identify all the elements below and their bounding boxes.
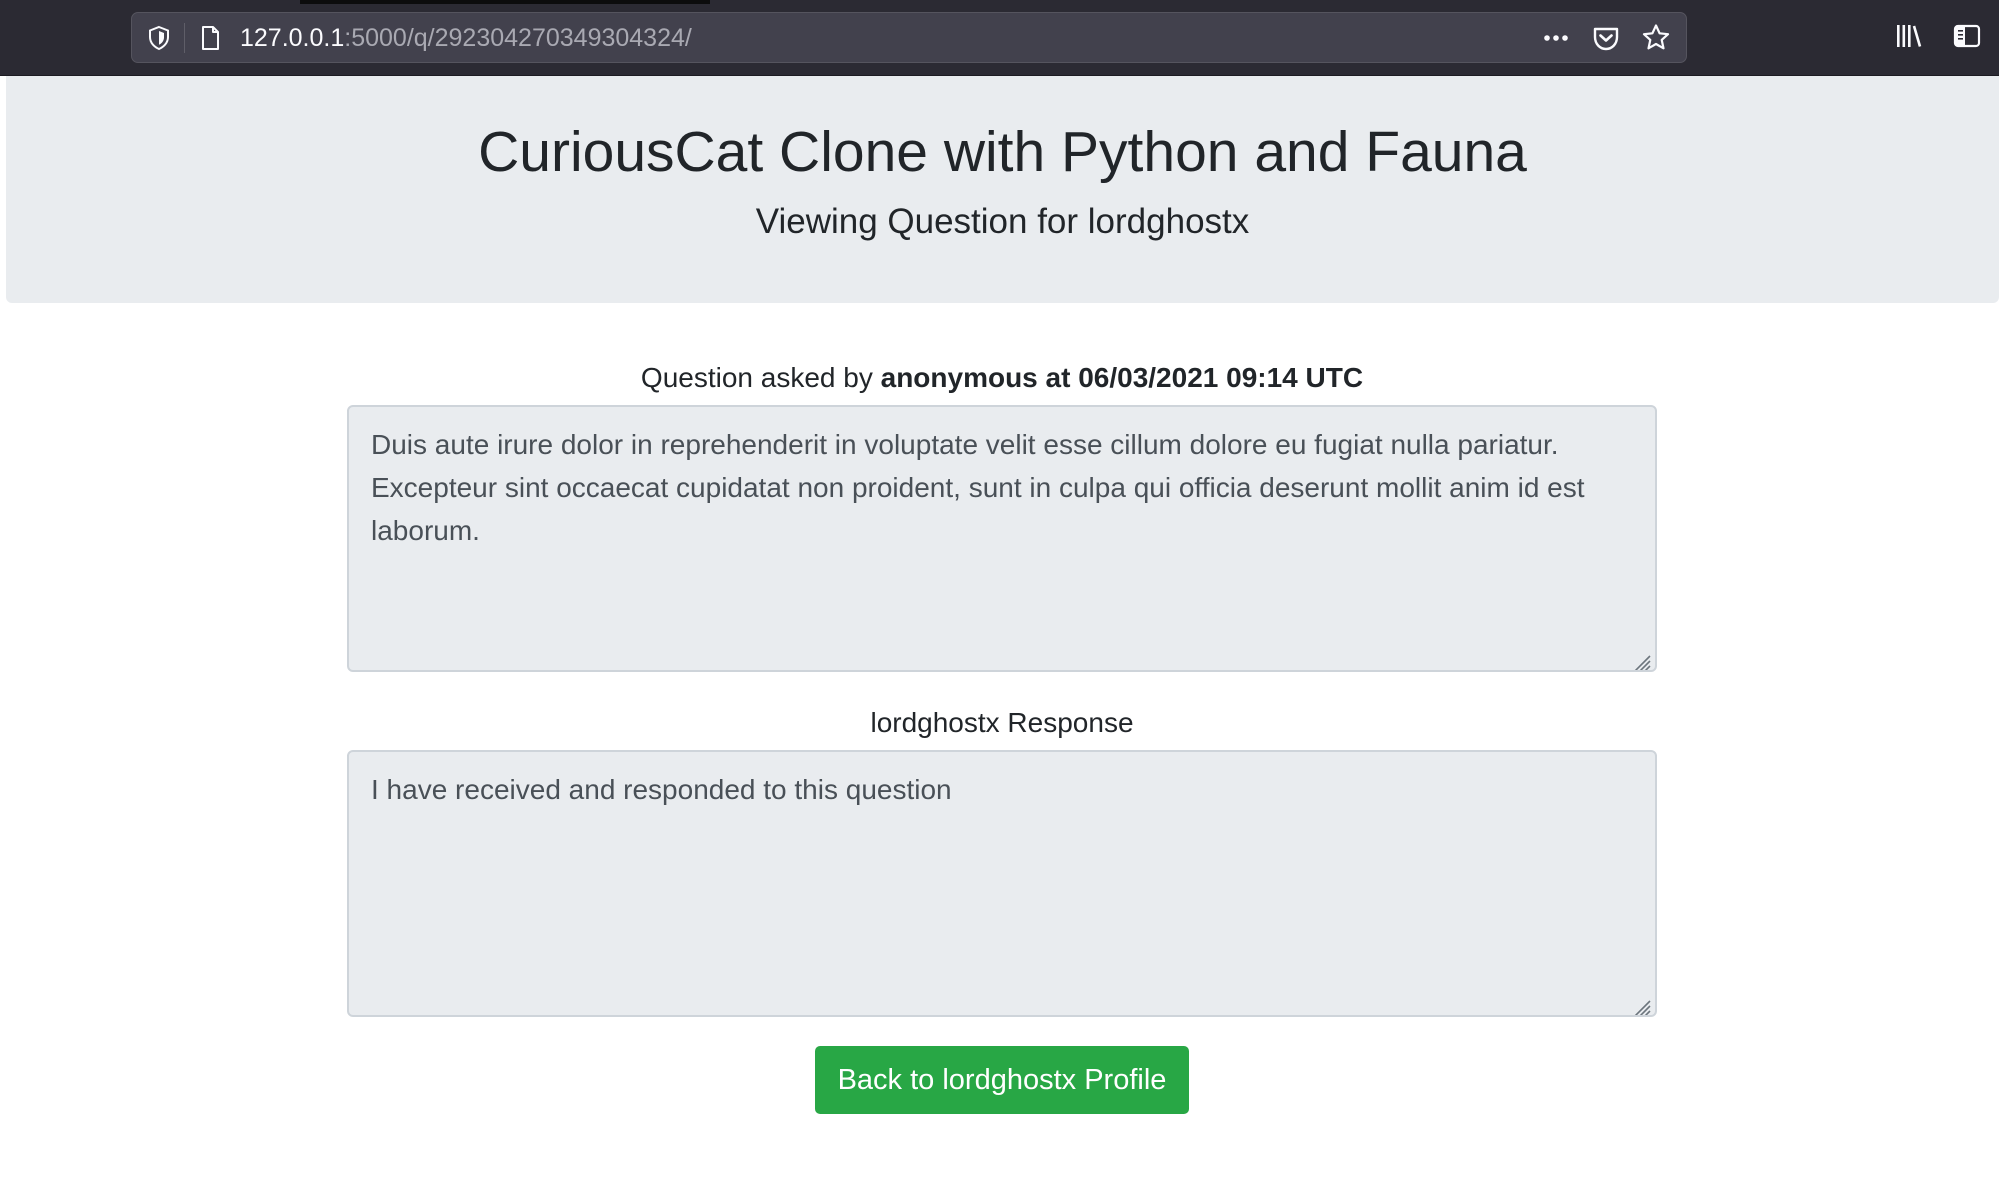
address-bar-actions: [1540, 21, 1672, 55]
pocket-icon[interactable]: [1590, 22, 1622, 54]
resize-handle-icon[interactable]: [1628, 643, 1652, 670]
bookmark-star-icon[interactable]: [1640, 22, 1672, 54]
question-meta: Question asked by anonymous at 06/03/202…: [347, 360, 1657, 405]
resize-handle-icon[interactable]: [1628, 988, 1652, 1015]
response-text: I have received and responded to this qu…: [371, 774, 952, 805]
address-bar-separator: [184, 23, 185, 53]
response-textarea[interactable]: I have received and responded to this qu…: [347, 750, 1657, 1017]
page-icon[interactable]: [196, 24, 224, 52]
sidebar-icon[interactable]: [1951, 20, 1983, 52]
page-header: CuriousCat Clone with Python and Fauna V…: [6, 76, 1999, 303]
active-tab-indicator: [300, 0, 710, 4]
asked-prefix: Question asked by: [640, 362, 881, 393]
more-icon[interactable]: [1540, 22, 1572, 54]
browser-tools: [1893, 20, 1983, 52]
url-text[interactable]: 127.0.0.1:5000/q/292304270349304324/: [240, 24, 692, 52]
question-text: Duis aute irure dolor in reprehenderit i…: [371, 429, 1585, 546]
question-textarea[interactable]: Duis aute irure dolor in reprehenderit i…: [347, 405, 1657, 672]
page-title: CuriousCat Clone with Python and Fauna: [478, 120, 1527, 184]
page-subtitle: Viewing Question for lordghostx: [755, 202, 1250, 241]
browser-toolbar: 127.0.0.1:5000/q/292304270349304324/: [0, 0, 1999, 76]
asked-by: anonymous at 06/03/2021 09:14 UTC: [880, 362, 1364, 393]
actions: Back to lordghostx Profile: [347, 1046, 1657, 1114]
address-bar[interactable]: 127.0.0.1:5000/q/292304270349304324/: [131, 12, 1687, 63]
library-icon[interactable]: [1893, 20, 1925, 52]
question-view: Question asked by anonymous at 06/03/202…: [347, 360, 1657, 1114]
back-to-profile-button[interactable]: Back to lordghostx Profile: [814, 1046, 1190, 1114]
url-host: 127.0.0.1: [240, 24, 345, 52]
shield-icon[interactable]: [146, 25, 172, 51]
response-label: lordghostx Response: [870, 707, 1134, 738]
url-path: :5000/q/292304270349304324/: [344, 24, 692, 52]
